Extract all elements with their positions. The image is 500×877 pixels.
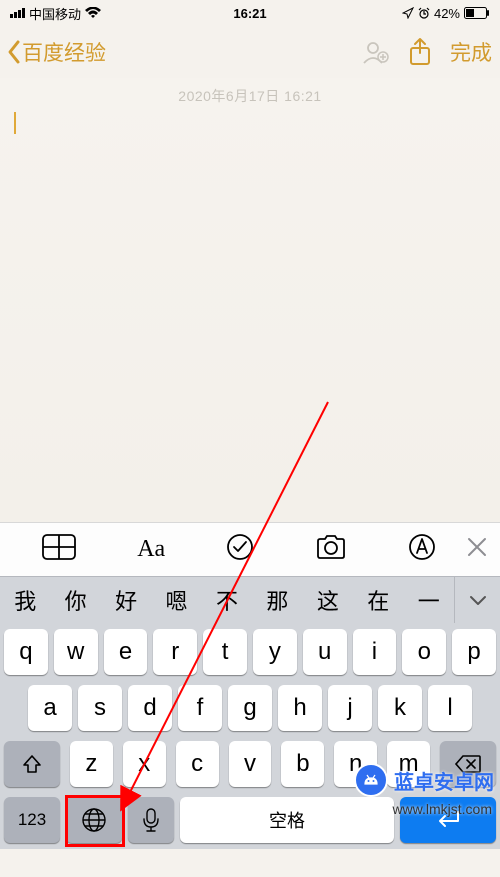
key-k[interactable]: k xyxy=(378,685,422,731)
globe-key[interactable] xyxy=(66,797,122,843)
key-row-2: a s d f g h j k l xyxy=(4,685,496,731)
key-u[interactable]: u xyxy=(303,629,347,675)
numeric-key[interactable]: 123 xyxy=(4,797,60,843)
checklist-button[interactable] xyxy=(226,533,254,566)
candidate-items: 我 你 好 嗯 不 那 这 在 一 xyxy=(0,576,454,624)
markup-button[interactable] xyxy=(408,533,436,566)
space-key[interactable]: 空格 xyxy=(180,797,394,843)
return-icon xyxy=(433,809,463,831)
back-label: 百度经验 xyxy=(22,37,106,67)
candidate-bar: 我 你 好 嗯 不 那 这 在 一 xyxy=(0,576,500,623)
backspace-icon xyxy=(455,754,481,774)
candidate-1[interactable]: 你 xyxy=(50,576,100,624)
alarm-icon xyxy=(418,7,430,19)
table-icon xyxy=(42,534,76,560)
key-l[interactable]: l xyxy=(428,685,472,731)
note-content[interactable]: 2020年6月17日 16:21 xyxy=(0,78,500,522)
backspace-key[interactable] xyxy=(440,741,496,787)
key-f[interactable]: f xyxy=(178,685,222,731)
key-m[interactable]: m xyxy=(387,741,430,787)
key-row-1: q w e r t y u i o p xyxy=(4,629,496,675)
key-y[interactable]: y xyxy=(253,629,297,675)
candidate-8[interactable]: 一 xyxy=(404,576,454,624)
candidate-6[interactable]: 这 xyxy=(303,576,353,624)
table-button[interactable] xyxy=(42,534,76,565)
wifi-icon xyxy=(85,7,101,19)
format-close-button[interactable] xyxy=(466,536,488,563)
text-cursor xyxy=(14,112,16,134)
key-o[interactable]: o xyxy=(402,629,446,675)
globe-icon xyxy=(81,807,107,833)
key-s[interactable]: s xyxy=(78,685,122,731)
status-right: 42% xyxy=(402,6,490,21)
status-bar: 中国移动 16:21 42% xyxy=(0,0,500,26)
chevron-down-icon xyxy=(468,593,488,607)
camera-button[interactable] xyxy=(315,534,347,565)
shift-key[interactable] xyxy=(4,741,60,787)
candidate-4[interactable]: 不 xyxy=(202,576,252,624)
location-icon xyxy=(402,7,414,19)
camera-icon xyxy=(315,534,347,560)
key-p[interactable]: p xyxy=(452,629,496,675)
candidate-5[interactable]: 那 xyxy=(252,576,302,624)
key-a[interactable]: a xyxy=(28,685,72,731)
chevron-left-icon xyxy=(4,38,24,66)
status-time: 16:21 xyxy=(233,6,266,21)
key-v[interactable]: v xyxy=(229,741,272,787)
key-x[interactable]: x xyxy=(123,741,166,787)
carrier-label: 中国移动 xyxy=(29,4,81,23)
person-add-icon xyxy=(360,39,390,65)
close-icon xyxy=(466,536,488,558)
collaborate-button[interactable] xyxy=(360,39,390,65)
key-z[interactable]: z xyxy=(70,741,113,787)
key-r[interactable]: r xyxy=(153,629,197,675)
candidate-expand-button[interactable] xyxy=(454,577,500,623)
share-button[interactable] xyxy=(408,37,432,67)
key-d[interactable]: d xyxy=(128,685,172,731)
back-button[interactable]: 百度经验 xyxy=(4,37,106,67)
note-date: 2020年6月17日 16:21 xyxy=(14,86,486,106)
keyboard: q w e r t y u i o p a s d f g h j k l z … xyxy=(0,623,500,849)
key-n[interactable]: n xyxy=(334,741,377,787)
mic-key[interactable] xyxy=(128,797,174,843)
format-toolbar: Aa xyxy=(0,522,500,576)
key-e[interactable]: e xyxy=(104,629,148,675)
check-circle-icon xyxy=(226,533,254,561)
key-b[interactable]: b xyxy=(281,741,324,787)
markup-icon xyxy=(408,533,436,561)
candidate-3[interactable]: 嗯 xyxy=(151,576,201,624)
nav-right: 完成 xyxy=(360,37,492,67)
key-t[interactable]: t xyxy=(203,629,247,675)
key-c[interactable]: c xyxy=(176,741,219,787)
candidate-2[interactable]: 好 xyxy=(101,576,151,624)
key-row-4: 123 空格 xyxy=(4,797,496,843)
text-style-label: Aa xyxy=(137,536,165,562)
key-i[interactable]: i xyxy=(353,629,397,675)
status-left: 中国移动 xyxy=(10,4,101,23)
signal-icon xyxy=(10,8,25,18)
battery-pct: 42% xyxy=(434,6,460,21)
candidate-0[interactable]: 我 xyxy=(0,576,50,624)
shift-icon xyxy=(21,753,43,775)
text-style-button[interactable]: Aa xyxy=(137,536,165,563)
key-row-3: z x c v b n m xyxy=(4,741,496,787)
key-q[interactable]: q xyxy=(4,629,48,675)
battery-icon xyxy=(464,7,490,19)
key-w[interactable]: w xyxy=(54,629,98,675)
candidate-7[interactable]: 在 xyxy=(353,576,403,624)
done-button[interactable]: 完成 xyxy=(450,37,492,67)
key-j[interactable]: j xyxy=(328,685,372,731)
share-icon xyxy=(408,37,432,67)
return-key[interactable] xyxy=(400,797,496,843)
key-g[interactable]: g xyxy=(228,685,272,731)
key-h[interactable]: h xyxy=(278,685,322,731)
mic-icon xyxy=(142,807,160,833)
nav-bar: 百度经验 完成 xyxy=(0,26,500,78)
